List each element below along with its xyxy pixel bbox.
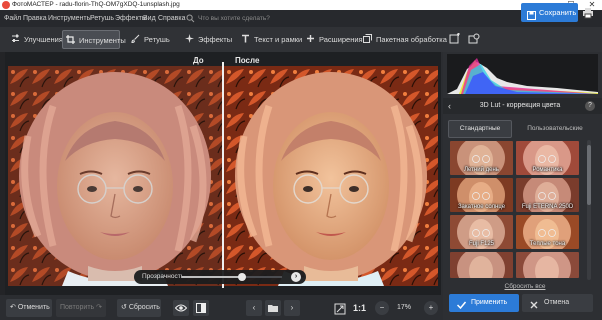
crop-icon — [66, 32, 75, 44]
zoom-value: 17% — [397, 304, 412, 311]
preset-thumb[interactable]: Теплые тона — [516, 215, 579, 249]
split-view-icon[interactable] — [193, 300, 209, 316]
reset-button[interactable]: ↺ Сбросить — [117, 299, 161, 317]
zoom-in-icon[interactable]: + — [424, 301, 438, 315]
menu-help[interactable]: Справка — [158, 10, 185, 27]
redo-button[interactable]: Повторить ↷ — [56, 299, 106, 317]
opacity-slider-fill — [182, 276, 242, 278]
tab-label: Улучшения — [24, 35, 63, 44]
before-label: До — [193, 56, 204, 65]
tab-batch-processing[interactable]: Пакетная обработка — [360, 30, 447, 49]
tab-label: Инструменты — [79, 36, 126, 45]
preset-name: Летний день — [464, 167, 499, 173]
redo-icon: ↷ — [94, 304, 102, 311]
preset-name: Романтика — [532, 167, 563, 173]
photo-before — [8, 66, 222, 286]
tab-text-frames[interactable]: Текст и рамки — [238, 30, 302, 49]
close-icon — [530, 299, 538, 317]
preset-thumb[interactable]: Летний день — [450, 141, 513, 175]
sliders-icon — [11, 31, 20, 42]
compare-divider[interactable] — [222, 62, 224, 288]
batch-icon — [363, 31, 372, 43]
fit-screen-icon[interactable] — [334, 302, 346, 315]
preset-name: Теплые тона — [529, 241, 566, 247]
redo-label: Повторить — [60, 304, 95, 311]
undo-label: Отменить — [17, 304, 50, 311]
undo-button[interactable]: ↶ Отменить — [6, 299, 52, 317]
opacity-label: Прозрачность — [142, 273, 185, 280]
history-icon[interactable] — [468, 32, 480, 44]
preset-thumb[interactable]: Fuji ETERNA 250D — [516, 178, 579, 212]
reset-label: Сбросить — [128, 304, 160, 311]
search-input[interactable]: Что вы хотите сделать? — [198, 13, 298, 24]
zoom-out-icon[interactable]: − — [375, 301, 389, 315]
prev-image-icon[interactable]: ‹ — [246, 300, 262, 316]
text-icon — [241, 31, 250, 43]
preview-eye-icon[interactable] — [173, 300, 189, 316]
opacity-next-icon[interactable]: › — [291, 272, 301, 282]
menu-retouch[interactable]: Ретушь — [90, 10, 114, 27]
apply-button[interactable]: Применить — [449, 294, 519, 312]
brush-icon — [131, 31, 140, 44]
preset-thumb[interactable]: Закатное солнце — [450, 178, 513, 212]
menu-tools[interactable]: Инструменты — [48, 10, 92, 27]
compare-icon[interactable] — [449, 32, 461, 44]
folder-icon[interactable] — [265, 300, 281, 316]
cancel-label: Отмена — [544, 299, 570, 306]
tab-extensions[interactable]: Расширения — [303, 30, 363, 49]
menu-bar: Файл Правка Инструменты Ретушь Эффекты В… — [0, 10, 602, 27]
save-button[interactable]: Сохранить — [521, 3, 578, 22]
presets-scrollbar-thumb[interactable] — [587, 145, 591, 205]
tab-custom[interactable]: Пользовательские — [516, 120, 594, 138]
tab-label: Ретушь — [144, 35, 170, 44]
reset-all-link[interactable]: Сбросить все — [470, 283, 580, 291]
help-icon[interactable]: ? — [585, 101, 595, 111]
save-label: Сохранить — [539, 8, 577, 17]
opacity-slider-thumb[interactable] — [238, 273, 246, 281]
preset-thumb[interactable] — [450, 252, 513, 278]
preset-name: Fuji ETERNA 250D — [521, 204, 574, 210]
main-toolbar: Улучшения Инструменты Ретушь Эффекты Тек… — [0, 27, 602, 52]
tab-label: Расширения — [319, 35, 363, 44]
cancel-button[interactable]: Отмена — [522, 294, 593, 312]
plus-icon — [306, 31, 315, 42]
menu-edit[interactable]: Правка — [23, 10, 47, 27]
title-bar: ФотоМАСТЕР - radu-florin-ThQ-OM7gXDQ-1un… — [0, 0, 602, 10]
actual-size-button[interactable]: 1:1 — [353, 300, 366, 316]
apply-label: Применить — [471, 299, 508, 306]
sparkle-icon — [185, 31, 194, 43]
menu-view[interactable]: Вид — [143, 10, 156, 27]
next-image-icon[interactable]: › — [284, 300, 300, 316]
back-arrow-icon[interactable]: ‹ — [448, 98, 451, 114]
tab-enhancements[interactable]: Улучшения — [8, 30, 63, 49]
floppy-icon — [527, 8, 536, 20]
tab-tools[interactable]: Инструменты — [62, 30, 126, 49]
tab-effects[interactable]: Эффекты — [182, 30, 232, 49]
histogram — [447, 54, 598, 94]
preset-thumb[interactable] — [516, 252, 579, 278]
preset-name: Закатное солнце — [457, 204, 506, 210]
reset-icon: ↺ — [121, 304, 129, 311]
app-logo-icon — [2, 1, 10, 9]
print-icon[interactable] — [582, 6, 594, 19]
tab-label: Пакетная обработка — [376, 35, 447, 44]
menu-file[interactable]: Файл — [4, 10, 21, 27]
tab-standard[interactable]: Стандартные — [448, 120, 512, 138]
check-icon — [456, 299, 467, 317]
search-icon — [186, 14, 195, 23]
undo-icon: ↶ — [10, 304, 18, 311]
photo-after — [224, 66, 438, 286]
preset-thumb[interactable]: Fuji F125 — [450, 215, 513, 249]
tab-retouch[interactable]: Ретушь — [128, 30, 170, 49]
preset-thumb[interactable]: Романтика — [516, 141, 579, 175]
tab-label: Текст и рамки — [254, 35, 303, 44]
window-title: ФотоМАСТЕР - radu-florin-ThQ-OM7gXDQ-1un… — [12, 1, 180, 8]
panel-title: 3D Lut - коррекция цвета — [479, 102, 561, 109]
after-label: После — [235, 56, 260, 65]
preset-name: Fuji F125 — [468, 241, 494, 247]
tab-label: Эффекты — [198, 35, 233, 44]
